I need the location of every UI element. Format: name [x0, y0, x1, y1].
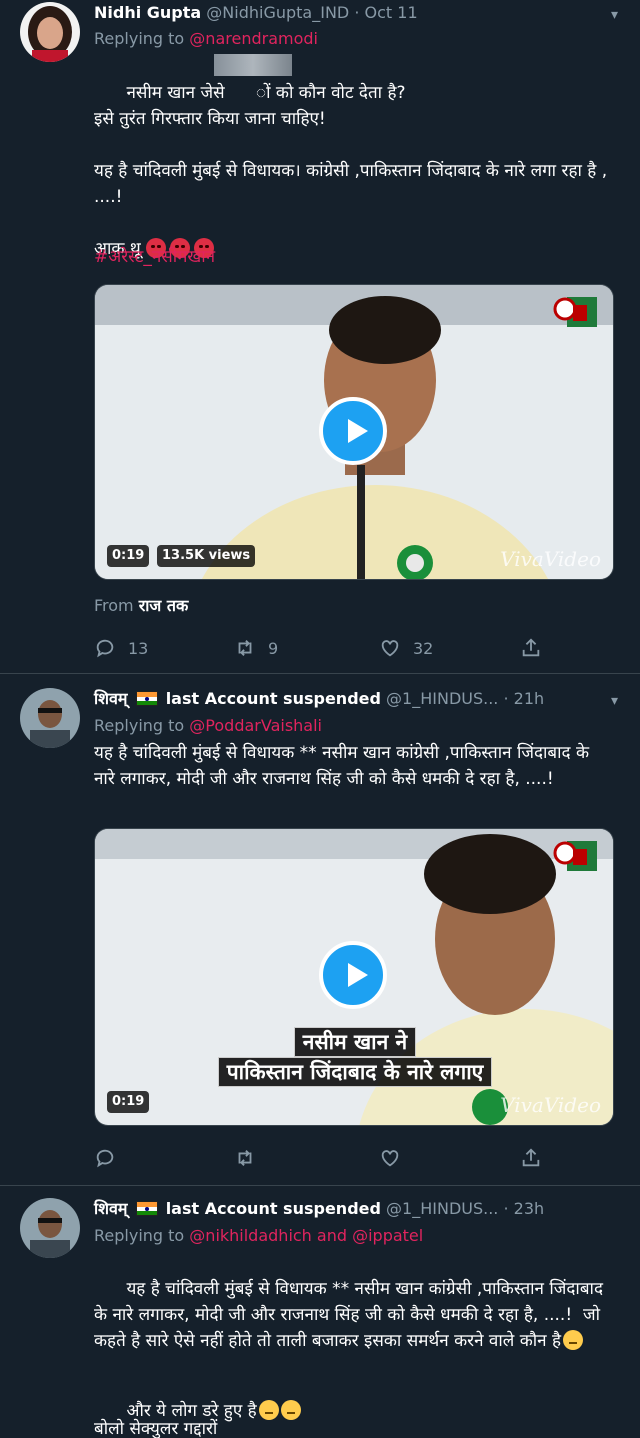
like-button[interactable] — [379, 1146, 413, 1170]
retweet-icon — [238, 640, 252, 656]
mention-link[interactable]: @nikhildadhich and @ippatel — [189, 1226, 423, 1245]
replying-to: Replying to @narendramodi — [94, 27, 318, 51]
thinking-face-icon — [563, 1330, 584, 1350]
channel-logo — [553, 841, 597, 871]
retweet-count: 9 — [268, 638, 279, 658]
share-button[interactable] — [520, 1146, 554, 1170]
chevron-down-icon[interactable]: ▾ — [611, 688, 618, 714]
user-handle[interactable]: @1_HINDUS... — [386, 1199, 498, 1218]
retweet-icon — [238, 1150, 252, 1166]
timestamp[interactable]: 23h — [514, 1199, 545, 1218]
display-name-suffix[interactable]: last Account suspended — [166, 1199, 381, 1218]
mention-link[interactable]: @PoddarVaishali — [189, 716, 322, 735]
reply-count: 13 — [128, 638, 149, 658]
separator-dot: · — [354, 3, 360, 22]
like-count: 32 — [413, 638, 434, 658]
share-icon — [522, 638, 540, 657]
tweet-actions — [94, 1146, 614, 1170]
like-icon — [381, 1150, 399, 1167]
video-watermark: VivaVideo — [500, 1093, 601, 1117]
share-button[interactable] — [520, 636, 554, 660]
tweet-actions: 13 9 32 — [94, 636, 614, 660]
chevron-down-icon[interactable]: ▾ — [611, 2, 618, 28]
video-views: 13.5K views — [157, 545, 256, 567]
reply-icon — [96, 1149, 114, 1168]
video-player[interactable]: नसीम खान ने पाकिस्तान जिंदाबाद के नारे ल… — [94, 828, 614, 1126]
caption-line-2: पाकिस्तान जिंदाबाद के नारे लगाए — [217, 1057, 493, 1087]
tweet-1[interactable]: Nidhi Gupta @NidhiGupta_IND · Oct 11 ▾ R… — [0, 0, 640, 674]
retweet-button[interactable]: 9 — [234, 636, 278, 660]
tweet-text-line: और ये लोग डरे हुए है — [94, 1372, 614, 1421]
tweet-text: नसीम खान जेसे ों को कौन वोट देता है? इसे… — [94, 54, 614, 259]
video-player[interactable]: 0:19 13.5K views VivaVideo — [94, 284, 614, 580]
avatar[interactable] — [20, 1198, 80, 1258]
separator-dot: · — [503, 1199, 509, 1218]
replying-prefix: Replying to — [94, 716, 190, 735]
india-flag-icon — [135, 1201, 158, 1216]
replying-prefix: Replying to — [94, 29, 190, 48]
play-icon[interactable] — [319, 397, 387, 465]
blurred-word — [214, 54, 292, 76]
video-duration: 0:19 — [107, 1091, 150, 1113]
replying-to: Replying to @PoddarVaishali — [94, 714, 322, 738]
user-handle[interactable]: @1_HINDUS... — [386, 689, 498, 708]
tweet-header: शिवम् last Account suspended @1_HINDUS..… — [94, 1196, 618, 1222]
mention-link[interactable]: @narendramodi — [189, 29, 318, 48]
from-prefix: From — [94, 596, 139, 615]
tweet-header: शिवम् last Account suspended @1_HINDUS..… — [94, 686, 618, 712]
reply-button[interactable]: 13 — [94, 636, 148, 660]
tweet-text-body: यह है चांदिवली मुंबई से विधायक ** नसीम ख… — [94, 1279, 609, 1351]
tweet-text: यह है चांदिवली मुंबई से विधायक ** नसीम ख… — [94, 743, 595, 789]
retweet-button[interactable] — [234, 1146, 268, 1170]
source-link[interactable]: राज तक — [139, 596, 189, 615]
channel-logo — [553, 297, 597, 327]
tweet-text-body: नसीम खान जेसे ों को कौन वोट देता है? इसे… — [94, 83, 608, 259]
separator-dot: · — [503, 689, 509, 708]
timestamp[interactable]: 21h — [514, 689, 545, 708]
display-name[interactable]: Nidhi Gupta — [94, 3, 201, 22]
replying-prefix: Replying to — [94, 1226, 190, 1245]
tweet-3[interactable]: शिवम् last Account suspended @1_HINDUS..… — [0, 1186, 640, 1438]
video-source: From राज तक — [94, 594, 188, 618]
tweet-text-line: बोलो सेक्युलर गद्दारों — [94, 1419, 218, 1438]
reply-icon — [96, 639, 114, 658]
user-handle[interactable]: @NidhiGupta_IND — [206, 3, 349, 22]
like-button[interactable]: 32 — [379, 636, 433, 660]
share-icon — [522, 1148, 540, 1167]
tweet-header: Nidhi Gupta @NidhiGupta_IND · Oct 11 ▾ — [94, 0, 618, 26]
avatar[interactable] — [20, 688, 80, 748]
play-icon[interactable] — [319, 941, 387, 1009]
reply-button[interactable] — [94, 1146, 128, 1170]
timestamp[interactable]: Oct 11 — [365, 3, 418, 22]
tweet-text: यह है चांदिवली मुंबई से विधायक ** नसीम ख… — [94, 1250, 614, 1360]
like-icon — [381, 640, 399, 657]
display-name-suffix[interactable]: last Account suspended — [166, 689, 381, 708]
india-flag-icon — [135, 691, 158, 706]
video-caption: नसीम खान ने पाकिस्तान जिंदाबाद के नारे ल… — [205, 1027, 505, 1087]
display-name[interactable]: शिवम् — [94, 689, 128, 708]
avatar[interactable] — [20, 2, 80, 62]
replying-to: Replying to @nikhildadhich and @ippatel — [94, 1224, 423, 1248]
tweet-2[interactable]: शिवम् last Account suspended @1_HINDUS..… — [0, 674, 640, 1186]
hashtag-link[interactable]: #अरेस्ट_नसीमखान — [94, 244, 215, 270]
caption-line-1: नसीम खान ने — [293, 1027, 417, 1057]
video-watermark: VivaVideo — [500, 547, 601, 571]
video-duration: 0:19 — [107, 545, 150, 567]
display-name[interactable]: शिवम् — [94, 1199, 128, 1218]
